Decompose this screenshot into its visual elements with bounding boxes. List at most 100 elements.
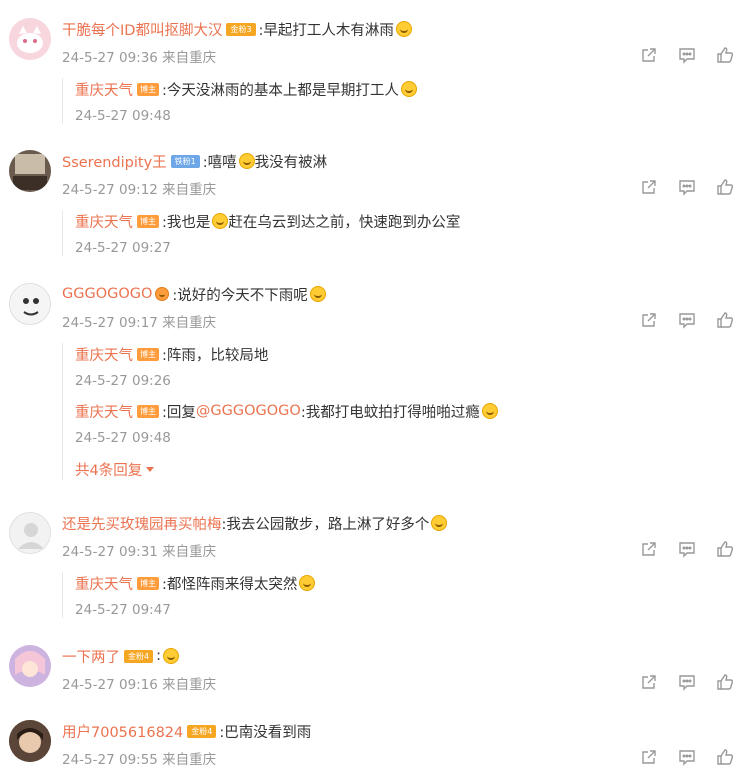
more-replies-label: 共4条回复 bbox=[75, 462, 143, 479]
user-avatar[interactable] bbox=[9, 150, 51, 192]
comment-actions bbox=[640, 673, 734, 691]
like-icon[interactable] bbox=[716, 748, 734, 766]
like-icon[interactable] bbox=[716, 46, 734, 64]
chevron-down-icon bbox=[146, 466, 155, 472]
comment-meta: 24-5-27 09:17 来自重庆 bbox=[62, 315, 217, 331]
user-avatar[interactable] bbox=[9, 645, 51, 687]
reply-item: 重庆天气 博主 :回复 @GGGOGOGO :我都打电蚊拍打得啪啪过瘾 24-5… bbox=[63, 400, 733, 446]
username-link[interactable]: 还是先买玫瑰园再买帕梅 bbox=[62, 513, 222, 534]
smug-emoji-icon bbox=[481, 403, 498, 419]
fan-badge[interactable]: 铁粉1 bbox=[170, 154, 200, 168]
reply-text: :都怪阵雨来得太突然 bbox=[162, 576, 298, 593]
like-icon[interactable] bbox=[716, 311, 734, 329]
reply-username-link[interactable]: 重庆天气 bbox=[75, 344, 133, 365]
like-icon[interactable] bbox=[716, 673, 734, 691]
comment-header: 用户7005616824 金粉4 :巴南没看到雨 bbox=[62, 720, 311, 742]
comment-meta: 24-5-27 09:16 来自重庆 bbox=[62, 677, 217, 693]
comment-header: 还是先买玫瑰园再买帕梅 :我去公园散步，路上淋了好多个 bbox=[62, 512, 448, 534]
grin-emoji-icon bbox=[400, 81, 417, 97]
comment-icon[interactable] bbox=[678, 178, 696, 196]
reply-item: 重庆天气 博主 :阵雨，比较局地 24-5-27 09:26 bbox=[63, 343, 733, 389]
reply-text: :我也是 bbox=[162, 214, 211, 231]
user-avatar[interactable] bbox=[9, 283, 51, 325]
share-icon[interactable] bbox=[640, 673, 658, 691]
grin-emoji-icon bbox=[299, 575, 316, 591]
comment-meta: 24-5-27 09:31 来自重庆 bbox=[62, 544, 217, 560]
reply-time: 24-5-27 09:48 bbox=[75, 430, 171, 446]
comment-actions bbox=[640, 178, 734, 196]
cat-emoji-icon bbox=[238, 153, 255, 169]
comment-meta: 24-5-27 09:12 来自重庆 bbox=[62, 182, 217, 198]
share-icon[interactable] bbox=[640, 178, 658, 196]
tongue-emoji-icon bbox=[431, 515, 448, 531]
reply-text: :我都打电蚊拍打得啪啪过瘾 bbox=[300, 404, 480, 421]
share-icon[interactable] bbox=[640, 311, 658, 329]
comment-header: Sserendipity王 铁粉1 :嘻嘻 我没有被淋 bbox=[62, 150, 327, 172]
host-badge: 博主 bbox=[137, 82, 159, 96]
reply-username-link[interactable]: 重庆天气 bbox=[75, 401, 133, 422]
comment-icon[interactable] bbox=[678, 748, 696, 766]
share-icon[interactable] bbox=[640, 748, 658, 766]
like-icon[interactable] bbox=[716, 178, 734, 196]
comment-icon[interactable] bbox=[678, 673, 696, 691]
host-badge: 博主 bbox=[137, 576, 159, 590]
comment-text: :说好的今天不下雨呢 bbox=[172, 287, 308, 304]
laughing-emoji-icon bbox=[395, 21, 412, 37]
reply-item: 重庆天气 博主 :都怪阵雨来得太突然 24-5-27 09:47 bbox=[63, 572, 733, 618]
reply-time: 24-5-27 09:27 bbox=[75, 240, 171, 256]
like-icon[interactable] bbox=[716, 540, 734, 558]
username-link[interactable]: 干脆每个ID都叫抠脚大汉 bbox=[62, 19, 222, 40]
host-badge: 博主 bbox=[137, 404, 159, 418]
host-badge: 博主 bbox=[137, 347, 159, 361]
comment-header: 一下两了 金粉4 : bbox=[62, 645, 179, 667]
comment-meta: 24-5-27 09:55 来自重庆 bbox=[62, 752, 217, 768]
reply-time: 24-5-27 09:26 bbox=[75, 373, 171, 389]
user-avatar[interactable] bbox=[9, 720, 51, 762]
comment-icon[interactable] bbox=[678, 311, 696, 329]
comment-text: :我去公园散步，路上淋了好多个 bbox=[221, 516, 430, 533]
username-link[interactable]: 用户7005616824 bbox=[62, 721, 183, 742]
fan-badge[interactable]: 金粉4 bbox=[124, 649, 154, 663]
comment-text: : bbox=[156, 648, 161, 664]
username-link[interactable]: 一下两了 bbox=[62, 646, 120, 667]
comment-text: :早起打工人木有淋雨 bbox=[258, 22, 394, 39]
reply-list: 重庆天气 博主 :今天没淋雨的基本上都是早期打工人 24-5-27 09:48 bbox=[62, 78, 733, 124]
host-badge: 博主 bbox=[137, 214, 159, 228]
comment-text: 我没有被淋 bbox=[254, 154, 328, 171]
crying-emoji-icon bbox=[309, 286, 326, 302]
reply-text: :阵雨，比较局地 bbox=[162, 347, 269, 364]
username-link[interactable]: Sserendipity王 bbox=[62, 151, 167, 172]
reply-text: :今天没淋雨的基本上都是早期打工人 bbox=[162, 82, 399, 99]
fan-badge[interactable]: 金粉4 bbox=[187, 724, 217, 738]
username-link[interactable]: GGGOGOGO bbox=[62, 286, 152, 302]
comment-actions bbox=[640, 311, 734, 329]
crown-icon bbox=[155, 287, 170, 301]
rolling-emoji-icon bbox=[162, 648, 179, 664]
share-icon[interactable] bbox=[640, 540, 658, 558]
comment-actions bbox=[640, 748, 734, 766]
comment-header: GGGOGOGO :说好的今天不下雨呢 bbox=[62, 283, 326, 305]
user-avatar[interactable] bbox=[9, 512, 51, 554]
comment-actions bbox=[640, 46, 734, 64]
comment-text: :嘻嘻 bbox=[202, 154, 237, 171]
reply-list: 重庆天气 博主 :都怪阵雨来得太突然 24-5-27 09:47 bbox=[62, 572, 733, 618]
mention-link[interactable]: @GGGOGOGO bbox=[196, 403, 301, 419]
share-icon[interactable] bbox=[640, 46, 658, 64]
user-avatar[interactable] bbox=[9, 18, 51, 60]
reply-text: 赶在乌云到达之前，快速跑到办公室 bbox=[228, 214, 461, 231]
reply-username-link[interactable]: 重庆天气 bbox=[75, 573, 133, 594]
comment-icon[interactable] bbox=[678, 46, 696, 64]
fan-badge[interactable]: 金粉3 bbox=[226, 22, 256, 36]
comment-header: 干脆每个ID都叫抠脚大汉 金粉3 :早起打工人木有淋雨 bbox=[62, 18, 412, 40]
reply-username-link[interactable]: 重庆天气 bbox=[75, 211, 133, 232]
more-replies-link[interactable]: 共4条回复 bbox=[63, 458, 733, 480]
reply-list: 重庆天气 博主 :我也是 赶在乌云到达之前，快速跑到办公室 24-5-27 09… bbox=[62, 210, 733, 256]
reply-list: 重庆天气 博主 :阵雨，比较局地 24-5-27 09:26 重庆天气 博主 :… bbox=[62, 343, 733, 480]
reply-time: 24-5-27 09:48 bbox=[75, 108, 171, 124]
comment-icon[interactable] bbox=[678, 540, 696, 558]
reply-item: 重庆天气 博主 :我也是 赶在乌云到达之前，快速跑到办公室 24-5-27 09… bbox=[63, 210, 733, 256]
reply-username-link[interactable]: 重庆天气 bbox=[75, 79, 133, 100]
reply-time: 24-5-27 09:47 bbox=[75, 602, 171, 618]
comment-actions bbox=[640, 540, 734, 558]
comment-text: :巴南没看到雨 bbox=[219, 724, 312, 741]
